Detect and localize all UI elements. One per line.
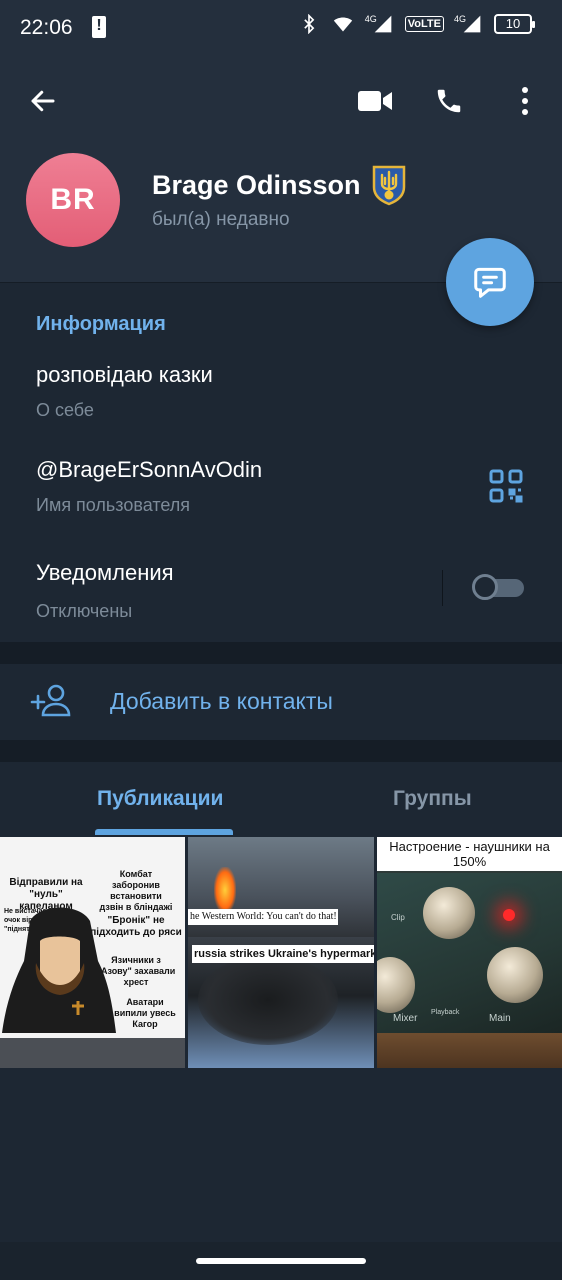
- media-thumbnail-3[interactable]: Настроение - наушники на 150% Clip Mixer…: [377, 837, 562, 1068]
- arrow-left-icon: [31, 90, 55, 112]
- video-camera-icon: [358, 91, 392, 111]
- mixer-knob-2: [487, 947, 543, 1003]
- active-tab-indicator: [95, 829, 233, 835]
- profile-name-row: Brage Odinsson: [152, 164, 407, 206]
- add-user-icon: [30, 681, 74, 721]
- phone-icon: [437, 89, 461, 113]
- username-text[interactable]: @BrageErSonnAvOdin: [36, 457, 262, 483]
- volte-badge: VoLTE: [404, 16, 444, 32]
- video-call-button[interactable]: [352, 78, 398, 124]
- status-time: 22:06: [20, 16, 73, 39]
- bio-text[interactable]: розповідаю казки: [36, 362, 213, 388]
- status-icons: 4G VoLTE 4G 10: [297, 14, 535, 34]
- media-caption-top: he Western World: You can't do that!: [188, 909, 338, 925]
- battery-icon: 10: [494, 14, 535, 34]
- section-separator-2: [0, 740, 562, 762]
- signal-icon-2: [463, 15, 481, 33]
- media-thumbnail-1[interactable]: Відправили на "нуль" капеланом Комбат за…: [0, 837, 185, 1068]
- cell-signal-1: 4G: [365, 14, 395, 34]
- message-icon: [474, 267, 506, 298]
- clip-led: [503, 909, 515, 921]
- bio-label: О себе: [36, 400, 94, 420]
- mixer-knob-1: [423, 887, 475, 939]
- media-thumbnail-2[interactable]: he Western World: You can't do that! rus…: [188, 837, 374, 1068]
- profile-name: Brage Odinsson: [152, 169, 361, 200]
- tab-groups[interactable]: Группы: [393, 787, 472, 811]
- media-caption: Настроение - наушники на 150%: [377, 837, 562, 871]
- bluetooth-icon: [304, 14, 315, 34]
- media-caption-bottom: russia strikes Ukraine's hypermarket: [192, 945, 374, 963]
- send-message-button[interactable]: [446, 238, 534, 326]
- tab-publications[interactable]: Публикации: [97, 787, 223, 811]
- panel-label-mixer: Mixer: [393, 1013, 418, 1024]
- section-separator: [0, 642, 562, 664]
- smoke-cloud: [198, 955, 338, 1045]
- media-thumbnail-1-footer: [0, 1038, 185, 1068]
- trident-shield-icon: [372, 165, 405, 206]
- notifications-toggle[interactable]: [472, 573, 524, 601]
- media-tabs: [0, 762, 562, 836]
- fire-shape: [214, 867, 236, 913]
- call-button[interactable]: [426, 78, 472, 124]
- avatar[interactable]: BR: [26, 153, 120, 247]
- notifications-divider: [442, 570, 443, 606]
- qr-code-button[interactable]: [488, 468, 524, 504]
- wifi-icon: [333, 17, 352, 32]
- toggle-knob: [472, 574, 498, 600]
- notifications-title[interactable]: Уведомления: [36, 560, 174, 586]
- notifications-state: Отключены: [36, 601, 133, 621]
- add-contact-label[interactable]: Добавить в контакты: [110, 688, 333, 715]
- alert-icon: [92, 16, 106, 38]
- back-button[interactable]: [20, 78, 66, 124]
- username-label: Имя пользователя: [36, 495, 191, 515]
- info-section-title: Информация: [36, 313, 166, 335]
- home-indicator[interactable]: [196, 1258, 366, 1264]
- panel-label-main: Main: [489, 1013, 511, 1024]
- more-vertical-icon: [522, 87, 528, 115]
- meme-character-drawing: [2, 907, 116, 1033]
- qr-code-icon: [489, 469, 523, 503]
- wood-surface: [377, 1033, 562, 1068]
- more-options-button[interactable]: [502, 78, 548, 124]
- cell-signal-2: 4G: [454, 14, 484, 34]
- signal-icon: [374, 15, 392, 33]
- panel-label-playback: Playback: [431, 1009, 460, 1016]
- last-seen-status: был(а) недавно: [152, 209, 290, 230]
- panel-label-clip: Clip: [391, 913, 405, 922]
